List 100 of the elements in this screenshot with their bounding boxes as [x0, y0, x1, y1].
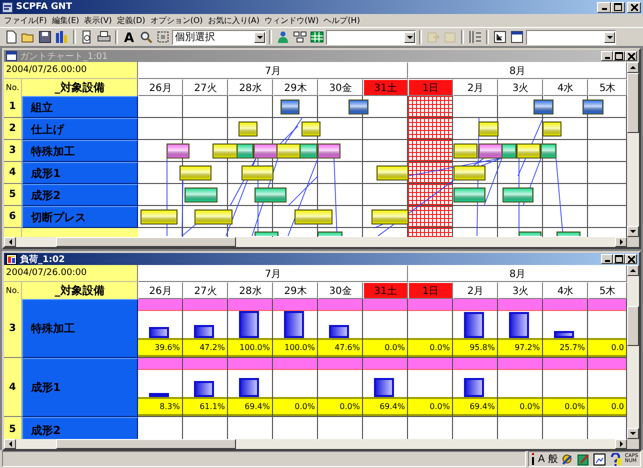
grid-icon[interactable]	[309, 29, 325, 45]
restore-button[interactable]	[611, 2, 625, 12]
capacity-strip	[543, 299, 587, 311]
task-bar[interactable]	[254, 188, 286, 202]
day-header: 26月	[138, 79, 183, 96]
frame-icon[interactable]	[155, 29, 171, 45]
task-bar[interactable]	[376, 166, 408, 180]
maximize-button[interactable]	[613, 51, 625, 61]
dropdown[interactable]	[526, 30, 616, 44]
task-bar[interactable]	[540, 144, 556, 158]
load-percent: 69.4%	[363, 397, 407, 416]
task-bar[interactable]	[502, 144, 516, 158]
day-header: 2月	[453, 79, 498, 96]
chart-window-icon	[6, 51, 17, 61]
task-bar[interactable]	[372, 210, 408, 224]
dropdown[interactable]: 個別選択	[172, 30, 266, 44]
menu-item[interactable]: ウィンドウ(W)	[264, 15, 319, 26]
month-header: 7月	[138, 62, 408, 79]
day-header: 29木	[273, 79, 318, 96]
task-bar[interactable]	[534, 100, 554, 114]
task-bar[interactable]	[212, 144, 238, 158]
task-bar[interactable]	[348, 100, 368, 114]
day-header: 1日	[408, 282, 453, 299]
network-icon[interactable]	[292, 29, 308, 45]
menu-item[interactable]: ヘルプ(H)	[324, 15, 360, 26]
task-bar[interactable]	[302, 122, 320, 136]
window-icon[interactable]	[509, 29, 525, 45]
close-button[interactable]	[627, 2, 641, 12]
date-cell: 2004/07/26.00:00	[4, 265, 138, 282]
menu-item[interactable]: 定義(D)	[116, 15, 146, 26]
menu-item[interactable]: オプション(O)	[150, 15, 203, 26]
task-bar[interactable]	[478, 122, 498, 136]
load-percent: 47.2%	[183, 338, 227, 357]
menu-item[interactable]: 編集(E)	[52, 15, 80, 26]
task-bar[interactable]	[140, 210, 178, 224]
vertical-scrollbar[interactable]	[627, 265, 639, 439]
tree-icon[interactable]	[492, 29, 508, 45]
window-title: ガントチャート_1:01	[20, 50, 108, 62]
load-percent: 0.0%	[363, 338, 407, 357]
minimize-button[interactable]	[601, 51, 613, 61]
task-bar[interactable]	[276, 144, 300, 158]
load-percent: 100.0%	[228, 338, 272, 357]
day-header: 28水	[228, 79, 273, 96]
load-percent: 0.0%	[498, 397, 542, 416]
task-bar[interactable]	[236, 144, 254, 158]
task-bar[interactable]	[280, 100, 300, 114]
task-bar[interactable]	[180, 166, 212, 180]
load-window-icon	[6, 254, 17, 264]
equipment-name: 成形2	[22, 417, 138, 439]
load-percent: 39.6%	[138, 338, 182, 357]
maximize-button[interactable]	[613, 254, 625, 264]
task-bar[interactable]	[254, 144, 278, 158]
task-bar[interactable]	[502, 188, 534, 202]
menu-item[interactable]: 表示(V)	[84, 15, 112, 26]
day-header: 3火	[498, 282, 543, 299]
vertical-scrollbar[interactable]	[627, 62, 639, 237]
day-header: 5木	[588, 282, 627, 299]
day-header: 1日	[408, 79, 453, 96]
horizontal-scrollbar[interactable]	[4, 439, 627, 449]
dropdown[interactable]	[326, 30, 416, 44]
task-bar[interactable]	[542, 122, 562, 136]
equipment-name: 特殊加工	[22, 299, 138, 358]
close-button[interactable]	[625, 51, 637, 61]
task-bar[interactable]	[238, 122, 258, 136]
columns-icon[interactable]	[467, 29, 483, 45]
capacity-strip	[183, 299, 227, 311]
column-header: _対象設備	[22, 282, 138, 299]
bar-chart-icon[interactable]	[54, 29, 70, 45]
load-percent: 61.1%	[183, 397, 227, 416]
app-icon	[2, 2, 13, 12]
menu-item[interactable]: ファイル(F)	[4, 15, 47, 26]
column-header: No.	[4, 282, 22, 299]
menu-item[interactable]: お気に入り(A)	[208, 15, 260, 26]
capacity-strip	[273, 358, 317, 370]
task-bar[interactable]	[184, 188, 218, 202]
day-header: 2月	[453, 282, 498, 299]
task-bar[interactable]	[454, 188, 486, 202]
minimize-button[interactable]	[601, 254, 613, 264]
horizontal-scrollbar[interactable]	[4, 237, 627, 247]
task-bar[interactable]	[454, 144, 478, 158]
task-bar[interactable]	[318, 144, 340, 158]
task-bar[interactable]	[166, 144, 190, 158]
save-icon[interactable]	[37, 29, 53, 45]
capacity-strip	[588, 299, 626, 311]
font-button[interactable]: A	[121, 29, 137, 45]
task-bar[interactable]	[478, 144, 502, 158]
task-bar[interactable]	[242, 166, 274, 180]
close-button[interactable]	[625, 254, 637, 264]
window-title: SCPFA GNT	[16, 2, 72, 12]
minimize-button[interactable]	[597, 2, 611, 12]
task-bar[interactable]	[194, 210, 232, 224]
task-bar[interactable]	[454, 166, 486, 180]
task-bar[interactable]	[582, 100, 604, 114]
task-bar[interactable]	[516, 144, 540, 158]
day-header: 4水	[543, 79, 588, 96]
task-bar[interactable]	[300, 144, 318, 158]
search-icon[interactable]	[138, 29, 154, 45]
equipment-name: 成形1	[22, 162, 138, 184]
task-bar[interactable]	[294, 210, 332, 224]
person-icon[interactable]	[275, 29, 291, 45]
